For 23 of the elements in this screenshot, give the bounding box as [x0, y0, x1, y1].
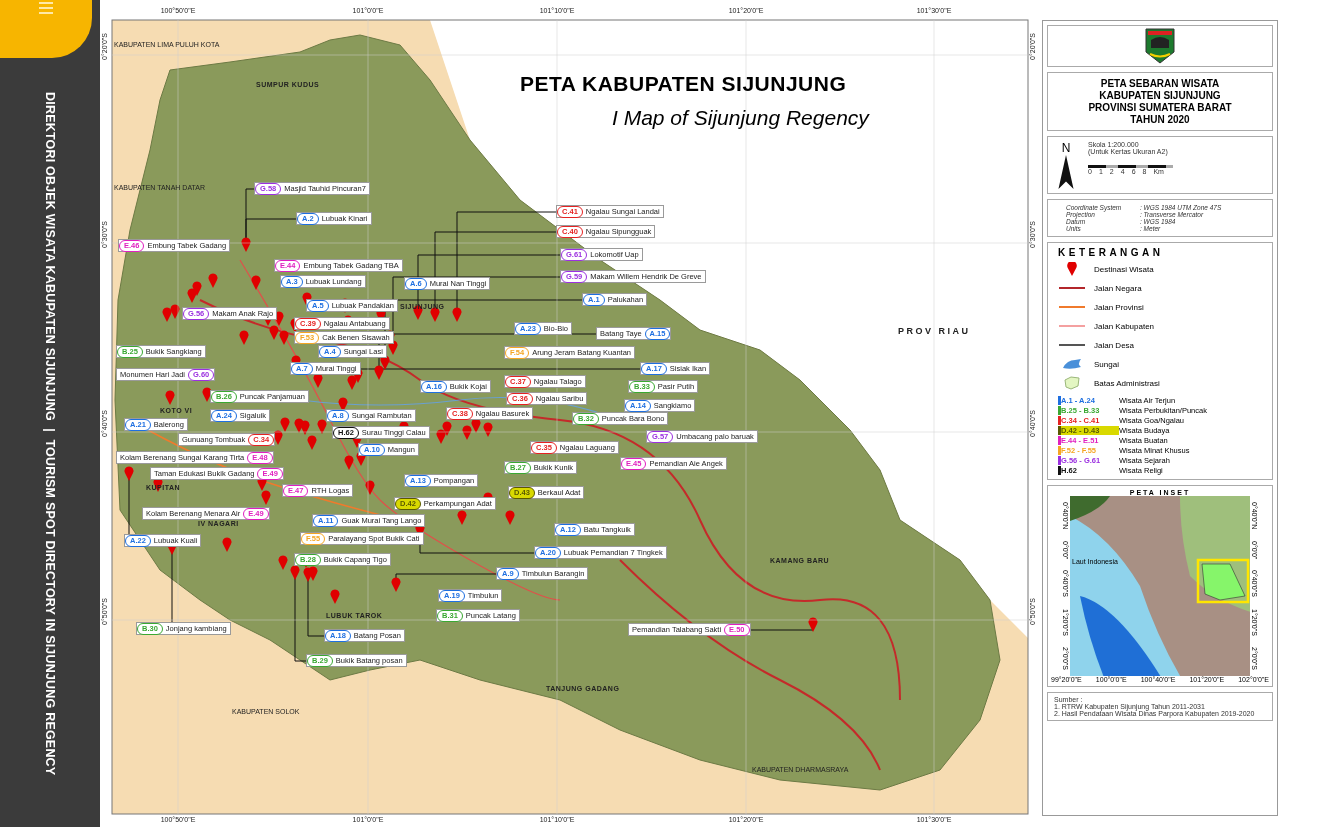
- legend-label: Destinasi Wisata: [1094, 264, 1154, 274]
- map-title: PETA KABUPATEN SIJUNJUNG: [520, 72, 847, 96]
- legend-title: PETA SEBARAN WISATA: [1100, 78, 1220, 89]
- legend-label: Jalan Kabupaten: [1094, 321, 1155, 331]
- legend-label: Jalan Negara: [1094, 283, 1142, 293]
- legend-title: TAHUN 2020: [1130, 114, 1190, 125]
- map-subtitle: I Map of Sijunjung Regency: [612, 106, 869, 130]
- region-label: PROV RIAU: [898, 326, 971, 336]
- legend-label: Sungai: [1094, 359, 1119, 369]
- legend-label: Batas Administrasi: [1094, 378, 1160, 388]
- legend-title: PROVINSI SUMATERA BARAT: [1088, 102, 1232, 113]
- sidebar-title: DIREKTORI OBJEK WISATA KABUPATEN SIJUNJUNG | TOURISM SPOT DIRECTORY IN SIJUNJUNG REGENCY: [43, 92, 57, 776]
- legend-heading: KETERANGAN: [1058, 247, 1165, 258]
- legend-label: Jalan Provinsi: [1094, 302, 1144, 312]
- regency-emblem-icon: [1145, 28, 1175, 64]
- map-pin-icon: [1067, 262, 1077, 276]
- legend-title: KABUPATEN SIJUNJUNG: [1099, 90, 1221, 101]
- legend-label: Jalan Desa: [1094, 340, 1135, 350]
- boundary-area-icon: [1063, 376, 1081, 390]
- north-arrow-icon: [1058, 155, 1074, 189]
- menu-badge[interactable]: [0, 0, 92, 58]
- river-icon: [1061, 358, 1083, 370]
- north-label: N: [1061, 141, 1071, 155]
